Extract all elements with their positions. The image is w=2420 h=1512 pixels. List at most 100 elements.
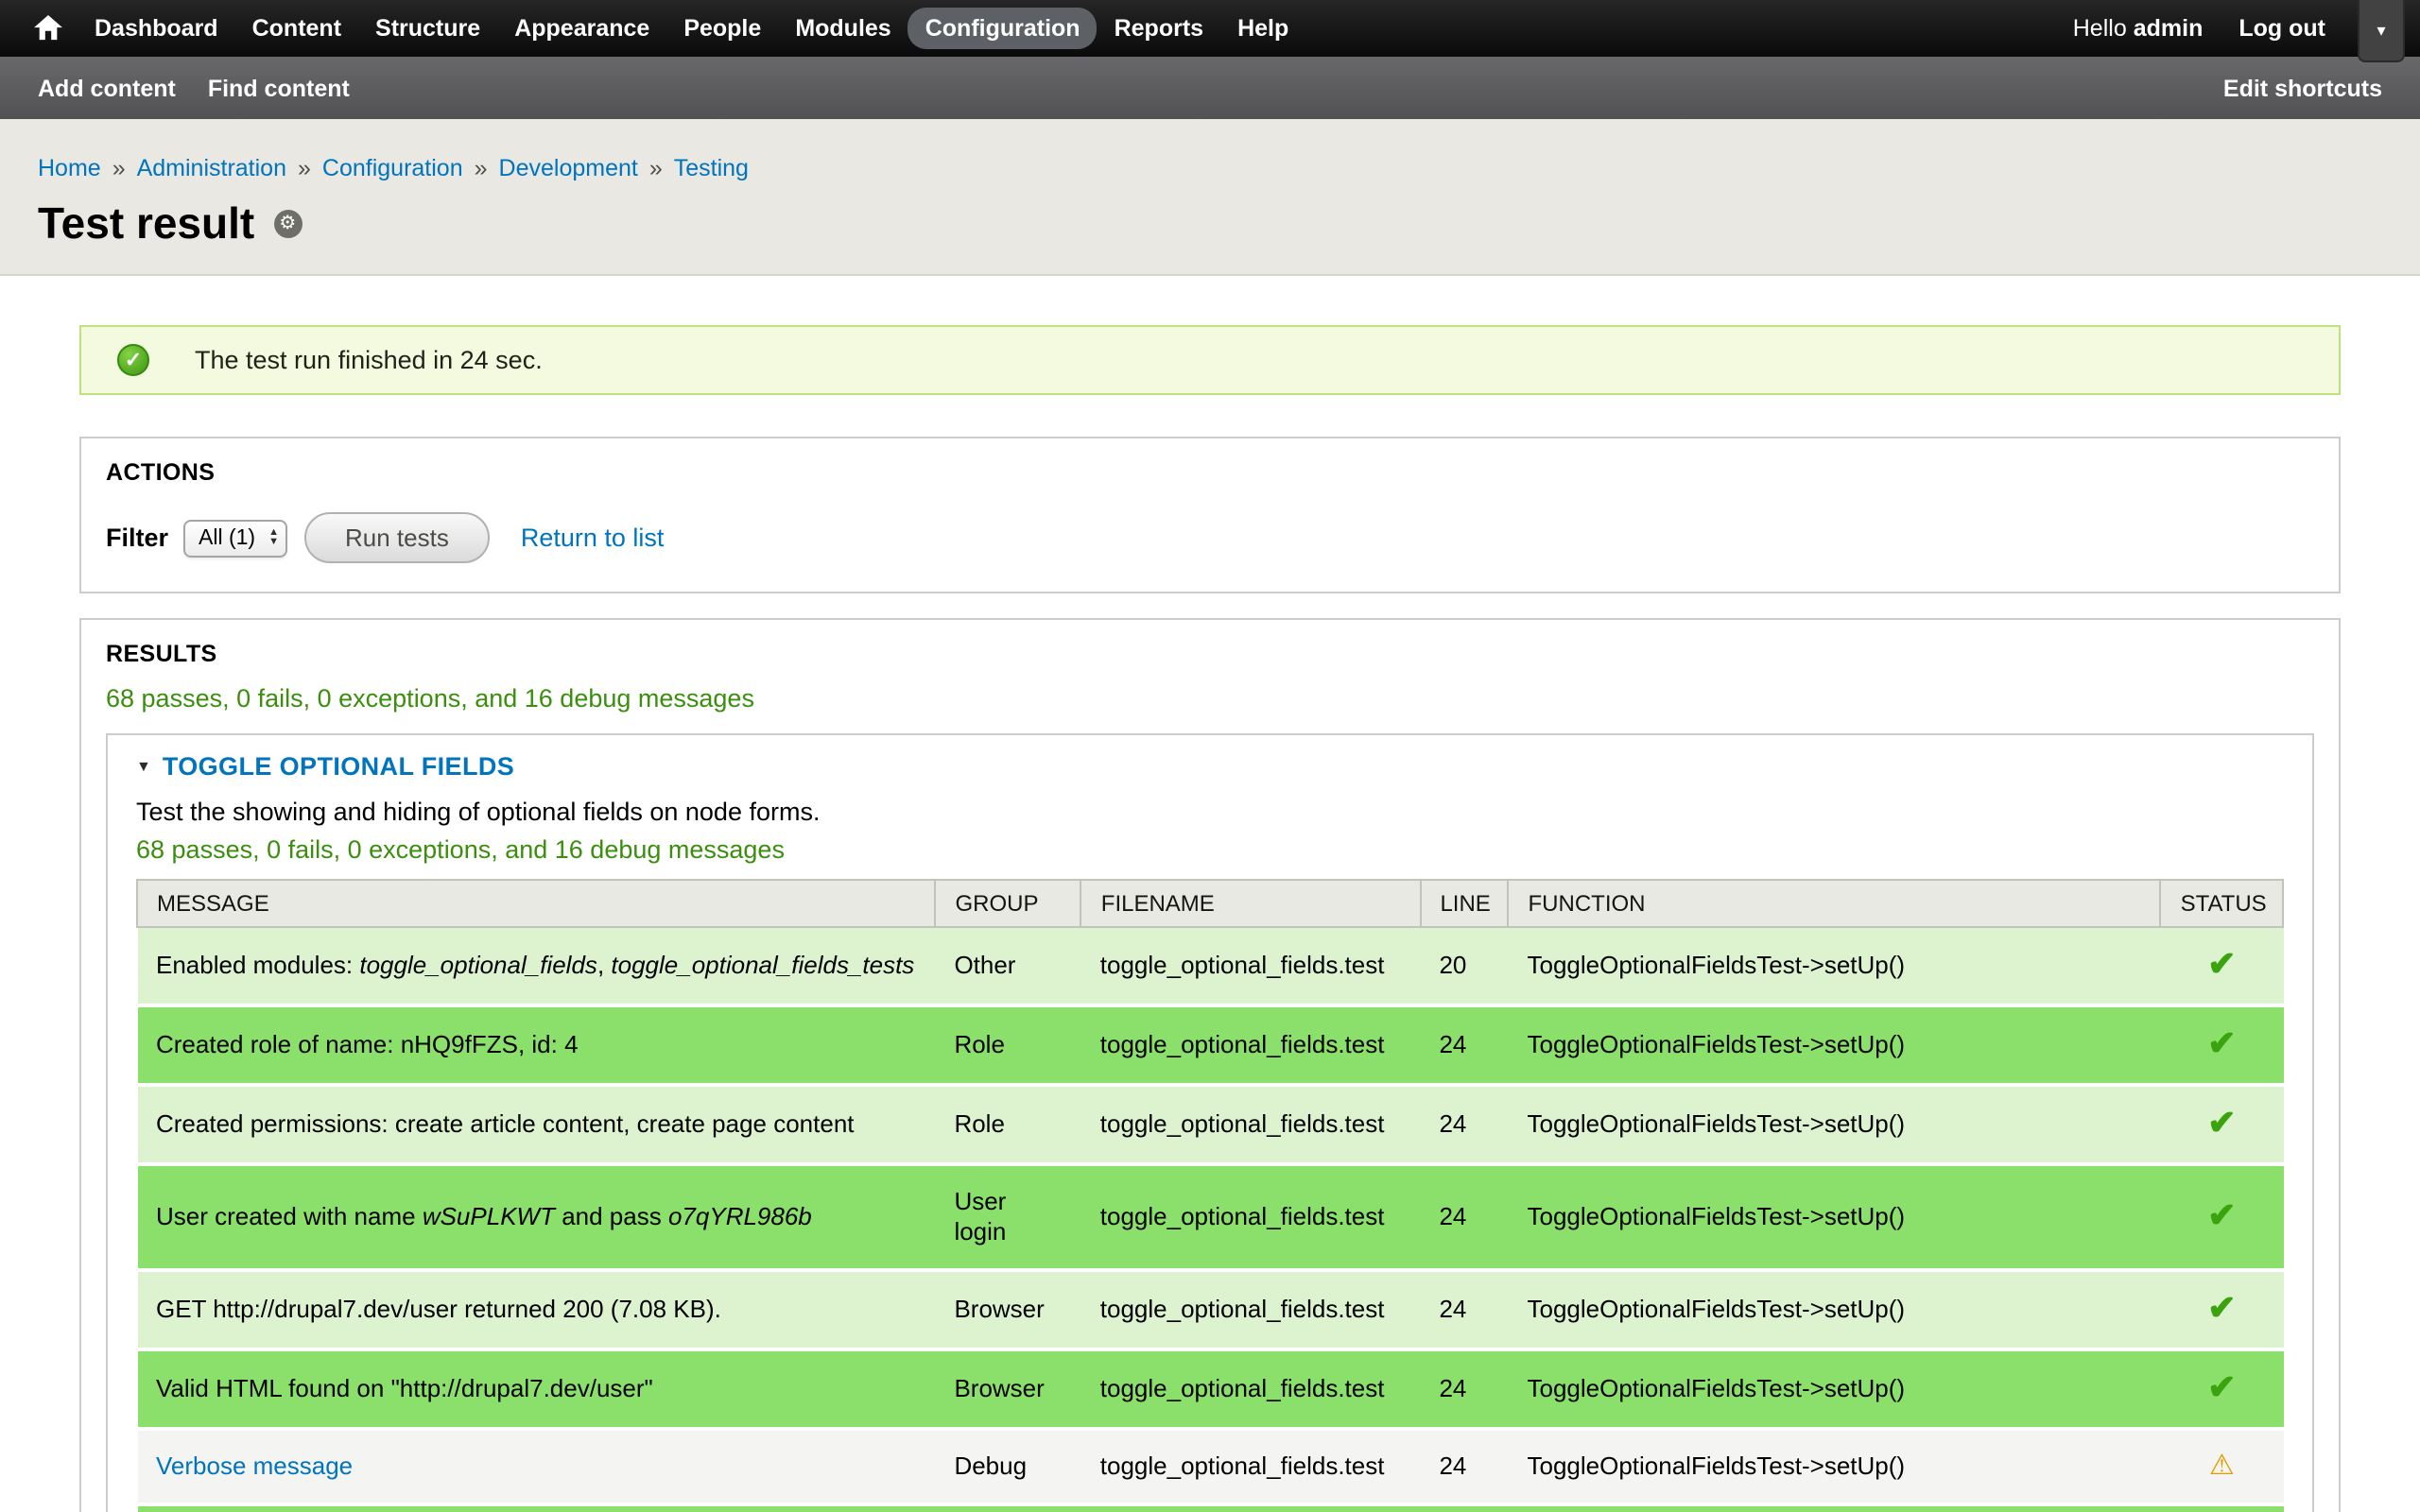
cell-group: Browser	[935, 1270, 1080, 1349]
cell-filename: toggle_optional_fields.test	[1081, 1164, 1421, 1270]
toolbar-item-modules[interactable]: Modules	[778, 8, 908, 49]
cell-line: 24	[1420, 1005, 1508, 1085]
toolbar-item-structure[interactable]: Structure	[358, 8, 497, 49]
cell-message	[137, 1504, 935, 1512]
message-text: Created role of name: nHQ9fFZS, id: 4	[156, 1030, 579, 1058]
test-group-title-link[interactable]: TOGGLE OPTIONAL FIELDS	[163, 752, 514, 781]
table-row: GET http://drupal7.dev/user returned 200…	[137, 1270, 2283, 1349]
test-group-summary: 68 passes, 0 fails, 0 exceptions, and 16…	[136, 835, 2284, 864]
toolbar-item-dashboard[interactable]: Dashboard	[78, 8, 235, 49]
return-to-list-link[interactable]: Return to list	[521, 524, 665, 552]
cell-line: 24	[1420, 1085, 1508, 1164]
toolbar-item-content[interactable]: Content	[235, 8, 358, 49]
cell-status: ✔	[2161, 927, 2283, 1005]
cell-filename: toggle_optional_fields.test	[1081, 1005, 1421, 1085]
pass-check-icon: ✔	[2207, 1196, 2236, 1234]
shortcut-item-add-content[interactable]: Add content	[38, 75, 176, 101]
cell-message: Valid HTML found on "http://drupal7.dev/…	[137, 1349, 935, 1429]
column-header-group: GROUP	[935, 880, 1080, 927]
message-text: Valid HTML found on "http://drupal7.dev/…	[156, 1374, 653, 1402]
collapse-arrow-icon[interactable]: ▼	[136, 758, 151, 775]
status-ok-icon: ✓	[117, 344, 149, 376]
warning-icon: ⚠	[2209, 1450, 2235, 1482]
cell-filename: toggle_optional_fields.test	[1081, 927, 1421, 1005]
actions-legend: ACTIONS	[106, 459, 2314, 486]
cell-function: ToggleOptionalFieldsTest->setUp()	[1509, 1005, 2161, 1085]
filter-label: Filter	[106, 524, 168, 552]
cell-function: ToggleOptionalFieldsTest->setUp()	[1509, 1164, 2161, 1270]
column-header-function: FUNCTION	[1509, 880, 2161, 927]
message-text: User created with name	[156, 1202, 423, 1230]
cell-line: 24	[1420, 1349, 1508, 1429]
cell-message: GET http://drupal7.dev/user returned 200…	[137, 1270, 935, 1349]
cell-status: ✔	[2161, 1164, 2283, 1270]
filter-select[interactable]: All (1) ▲▼	[183, 519, 286, 557]
test-group-legend: ▼ TOGGLE OPTIONAL FIELDS	[136, 752, 2284, 781]
cell-message: Created role of name: nHQ9fFZS, id: 4	[137, 1005, 935, 1085]
shortcut-bar: Add content Find content Edit shortcuts	[0, 57, 2420, 119]
column-header-status: STATUS	[2161, 880, 2283, 927]
breadcrumb-separator: »	[649, 155, 663, 181]
cell-function: ToggleOptionalFieldsTest->setUp()	[1509, 1429, 2161, 1504]
pass-check-icon: ✔	[2207, 1289, 2236, 1327]
username: admin	[2134, 15, 2204, 42]
results-fieldset: RESULTS 68 passes, 0 fails, 0 exceptions…	[79, 618, 2341, 1512]
home-icon[interactable]	[19, 15, 78, 42]
toolbar-toggle-button[interactable]: ▾	[2358, 0, 2405, 62]
shortcut-links: Add content Find content	[38, 75, 350, 101]
check-glyph: ✓	[125, 348, 142, 372]
test-group-description: Test the showing and hiding of optional …	[136, 798, 2284, 826]
pass-check-icon: ✔	[2207, 945, 2236, 983]
cell-message: User created with name wSuPLKWT and pass…	[137, 1164, 935, 1270]
page-header: Home»Administration»Configuration»Develo…	[0, 119, 2420, 276]
cell-message: Enabled modules: toggle_optional_fields,…	[137, 927, 935, 1005]
breadcrumb-link-home[interactable]: Home	[38, 155, 101, 181]
cell-group: User login	[935, 1164, 1080, 1270]
toolbar-item-appearance[interactable]: Appearance	[497, 8, 666, 49]
message-text: GET http://drupal7.dev/user returned 200…	[156, 1295, 721, 1323]
cell-function: ToggleOptionalFieldsTest->setUp()	[1509, 1270, 2161, 1349]
toolbar-item-help[interactable]: Help	[1220, 8, 1305, 49]
logout-link[interactable]: Log out	[2238, 15, 2325, 42]
cell-status: ⚠	[2161, 1429, 2283, 1504]
toolbar-item-configuration[interactable]: Configuration	[908, 8, 1098, 49]
breadcrumb-link-testing[interactable]: Testing	[674, 155, 749, 181]
message-text: Enabled modules:	[156, 951, 359, 979]
test-group-fieldset: ▼ TOGGLE OPTIONAL FIELDS Test the showin…	[106, 733, 2314, 1512]
pass-check-icon: ✔	[2207, 1024, 2236, 1062]
toolbar-item-reports[interactable]: Reports	[1098, 8, 1220, 49]
toolbar-item-people[interactable]: People	[666, 8, 778, 49]
gear-icon[interactable]: ⚙	[273, 210, 302, 238]
breadcrumb-separator: »	[112, 155, 126, 181]
verbose-message-link[interactable]: Verbose message	[156, 1452, 353, 1480]
message-emphasis: toggle_optional_fields	[359, 951, 597, 979]
cell-group	[935, 1504, 1080, 1512]
run-tests-button[interactable]: Run tests	[303, 512, 491, 563]
table-row: User created with name wSuPLKWT and pass…	[137, 1164, 2283, 1270]
page-title: Test result	[38, 198, 254, 249]
shortcut-item-find-content[interactable]: Find content	[208, 75, 350, 101]
cell-function	[1509, 1504, 2161, 1512]
message-emphasis: toggle_optional_fields_tests	[611, 951, 914, 979]
breadcrumb-link-administration[interactable]: Administration	[137, 155, 286, 181]
admin-toolbar: DashboardContentStructureAppearancePeopl…	[0, 0, 2420, 57]
breadcrumb-link-development[interactable]: Development	[499, 155, 638, 181]
cell-line: 24	[1420, 1270, 1508, 1349]
status-message: ✓ The test run finished in 24 sec.	[79, 325, 2341, 395]
cell-status: ✔	[2161, 1349, 2283, 1429]
message-text: ,	[597, 951, 611, 979]
chevron-down-icon: ▾	[2377, 20, 2385, 41]
main-content: ✓ The test run finished in 24 sec. ACTIO…	[0, 325, 2420, 1512]
breadcrumb: Home»Administration»Configuration»Develo…	[38, 155, 2382, 181]
cell-function: ToggleOptionalFieldsTest->setUp()	[1509, 1349, 2161, 1429]
cell-filename	[1081, 1504, 1421, 1512]
edit-shortcuts-link[interactable]: Edit shortcuts	[2223, 75, 2382, 101]
cell-function: ToggleOptionalFieldsTest->setUp()	[1509, 927, 2161, 1005]
cell-message: Verbose message	[137, 1429, 935, 1504]
table-row: Enabled modules: toggle_optional_fields,…	[137, 927, 2283, 1005]
breadcrumb-link-configuration[interactable]: Configuration	[322, 155, 463, 181]
message-text: Created permissions: create article cont…	[156, 1109, 855, 1138]
results-table-header-row: MESSAGEGROUPFILENAMELINEFUNCTIONSTATUS	[137, 880, 2283, 927]
cell-line: 24	[1420, 1164, 1508, 1270]
cell-function: ToggleOptionalFieldsTest->setUp()	[1509, 1085, 2161, 1164]
